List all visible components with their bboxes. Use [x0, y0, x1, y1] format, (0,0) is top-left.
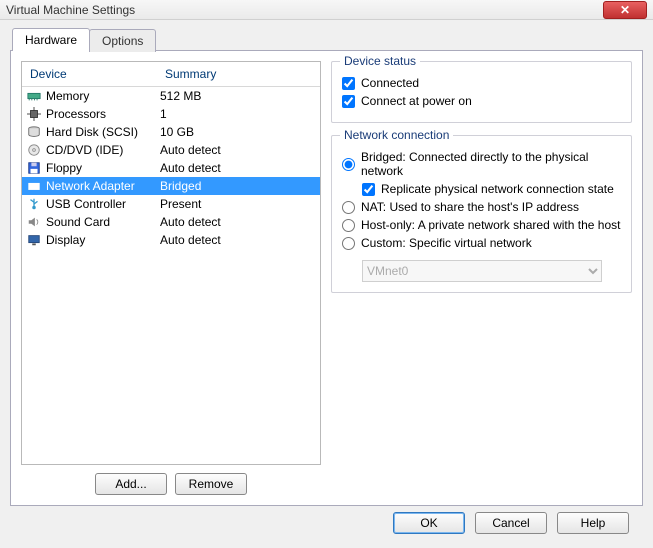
hostonly-radio[interactable] [342, 219, 355, 232]
device-name: Memory [46, 89, 160, 103]
device-name: USB Controller [46, 197, 160, 211]
device-list[interactable]: Device Summary Memory512 MBProcessors1Ha… [21, 61, 321, 465]
hostonly-radio-row[interactable]: Host-only: A private network shared with… [342, 218, 621, 232]
device-summary: Bridged [160, 179, 316, 193]
device-row[interactable]: FloppyAuto detect [22, 159, 320, 177]
device-name: Network Adapter [46, 179, 160, 193]
device-summary: Present [160, 197, 316, 211]
cd-icon [26, 142, 42, 158]
nat-radio[interactable] [342, 201, 355, 214]
replicate-label: Replicate physical network connection st… [381, 182, 614, 196]
device-summary: Auto detect [160, 161, 316, 175]
device-status-legend: Device status [340, 54, 420, 68]
device-summary: 512 MB [160, 89, 316, 103]
device-summary: 1 [160, 107, 316, 121]
device-row[interactable]: CD/DVD (IDE)Auto detect [22, 141, 320, 159]
remove-button[interactable]: Remove [175, 473, 247, 495]
floppy-icon [26, 160, 42, 176]
tab-options[interactable]: Options [89, 29, 156, 52]
network-connection-legend: Network connection [340, 128, 453, 142]
cpu-icon [26, 106, 42, 122]
tab-hardware[interactable]: Hardware [12, 28, 90, 51]
vmnet-select[interactable]: VMnet0 [362, 260, 602, 282]
column-header-device[interactable]: Device [22, 62, 157, 86]
device-list-header: Device Summary [22, 62, 320, 87]
device-name: Processors [46, 107, 160, 121]
sound-icon [26, 214, 42, 230]
connect-poweron-checkbox-row[interactable]: Connect at power on [342, 94, 621, 108]
device-summary: 10 GB [160, 125, 316, 139]
settings-pane: Device status Connected Connect at power… [331, 61, 632, 495]
titlebar: Virtual Machine Settings ✕ [0, 0, 653, 20]
tab-row: Hardware Options [12, 28, 643, 51]
device-buttons: Add... Remove [21, 473, 321, 495]
connected-checkbox[interactable] [342, 77, 355, 90]
nic-icon [26, 178, 42, 194]
device-status-group: Device status Connected Connect at power… [331, 61, 632, 123]
close-button[interactable]: ✕ [603, 1, 647, 19]
custom-label: Custom: Specific virtual network [361, 236, 532, 250]
close-icon: ✕ [620, 3, 630, 17]
hdd-icon [26, 124, 42, 140]
add-button[interactable]: Add... [95, 473, 167, 495]
device-name: Sound Card [46, 215, 160, 229]
help-button[interactable]: Help [557, 512, 629, 534]
device-row[interactable]: USB ControllerPresent [22, 195, 320, 213]
bridged-radio[interactable] [342, 158, 355, 171]
device-summary: Auto detect [160, 233, 316, 247]
device-name: CD/DVD (IDE) [46, 143, 160, 157]
device-name: Hard Disk (SCSI) [46, 125, 160, 139]
device-row[interactable]: DisplayAuto detect [22, 231, 320, 249]
bridged-label: Bridged: Connected directly to the physi… [361, 150, 621, 178]
network-connection-group: Network connection Bridged: Connected di… [331, 135, 632, 293]
display-icon [26, 232, 42, 248]
connected-checkbox-row[interactable]: Connected [342, 76, 621, 90]
custom-radio-row[interactable]: Custom: Specific virtual network [342, 236, 621, 250]
device-summary: Auto detect [160, 215, 316, 229]
nat-label: NAT: Used to share the host's IP address [361, 200, 579, 214]
custom-radio[interactable] [342, 237, 355, 250]
connected-label: Connected [361, 76, 419, 90]
nat-radio-row[interactable]: NAT: Used to share the host's IP address [342, 200, 621, 214]
ok-button[interactable]: OK [393, 512, 465, 534]
device-row[interactable]: Network AdapterBridged [22, 177, 320, 195]
memory-icon [26, 88, 42, 104]
device-name: Floppy [46, 161, 160, 175]
device-list-pane: Device Summary Memory512 MBProcessors1Ha… [21, 61, 321, 495]
tab-page-hardware: Device Summary Memory512 MBProcessors1Ha… [10, 50, 643, 506]
bridged-radio-row[interactable]: Bridged: Connected directly to the physi… [342, 150, 621, 178]
connect-poweron-checkbox[interactable] [342, 95, 355, 108]
connect-poweron-label: Connect at power on [361, 94, 472, 108]
device-row[interactable]: Memory512 MB [22, 87, 320, 105]
window-title: Virtual Machine Settings [6, 3, 135, 17]
replicate-checkbox-row[interactable]: Replicate physical network connection st… [362, 182, 621, 196]
dialog-footer: OK Cancel Help [10, 506, 643, 534]
hostonly-label: Host-only: A private network shared with… [361, 218, 620, 232]
device-name: Display [46, 233, 160, 247]
device-summary: Auto detect [160, 143, 316, 157]
cancel-button[interactable]: Cancel [475, 512, 547, 534]
device-row[interactable]: Sound CardAuto detect [22, 213, 320, 231]
column-header-summary[interactable]: Summary [157, 62, 320, 86]
device-row[interactable]: Hard Disk (SCSI)10 GB [22, 123, 320, 141]
usb-icon [26, 196, 42, 212]
device-row[interactable]: Processors1 [22, 105, 320, 123]
replicate-checkbox[interactable] [362, 183, 375, 196]
dialog-body: Hardware Options Device Summary Memory51… [0, 20, 653, 540]
